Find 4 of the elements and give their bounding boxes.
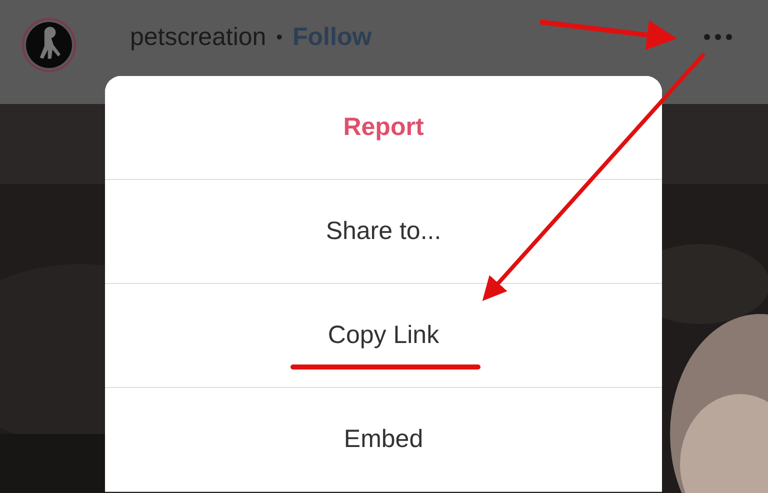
menu-item[interactable]: Report	[105, 76, 662, 180]
more-options-icon[interactable]	[703, 33, 733, 41]
separator-dot: •	[276, 26, 283, 48]
avatar-icon[interactable]	[22, 18, 76, 72]
